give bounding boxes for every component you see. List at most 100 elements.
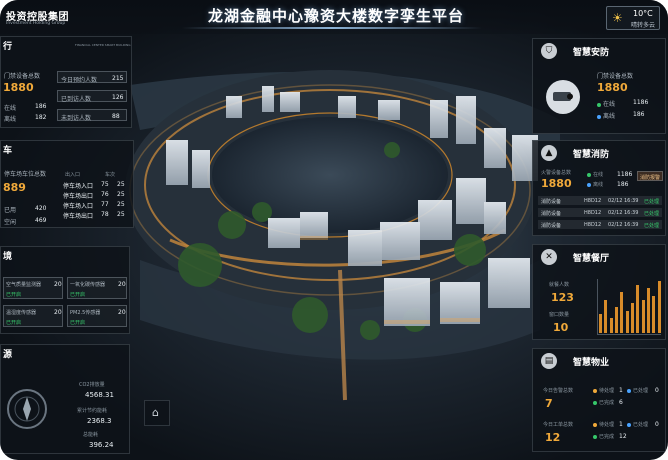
dining-bar [625, 311, 629, 333]
free-value: 469 [35, 217, 47, 224]
panel-title: 智慧安防 [573, 48, 610, 58]
property-panel: ▤ 智慧物业 今日告警总数 7 今日工单总数 12 待处理 1 已处理 0 已完… [532, 348, 666, 452]
dining-bar [647, 288, 650, 333]
parking-row-name: 停车场入口 [63, 203, 94, 210]
sensor-card[interactable]: PM2.5传感器 20 已开启 [67, 305, 127, 327]
app-frame: 投资控股集团 Investment Holding Group 龙湖金融中心豫资… [0, 0, 668, 460]
offline-value: 186 [633, 111, 645, 118]
title-underline [182, 27, 482, 29]
company-subtitle: Investment Holding Group [6, 21, 66, 26]
sun-icon: ☀ [612, 11, 623, 25]
fire-record-row[interactable]: 消防设备 H8D12 02/12 16:39 已处理 [538, 208, 662, 217]
parking-row-name: 停车场入口 [63, 183, 94, 190]
view-control[interactable]: ⌂ [144, 400, 170, 426]
dining-bar [641, 300, 645, 333]
sub-label: 门禁设备总数 [597, 73, 634, 80]
fire-alarm-tag[interactable]: 消防报警 [637, 171, 663, 181]
building-icon: ▤ [541, 353, 557, 369]
dining-bar [620, 292, 624, 333]
security-panel: ⛉ 智慧安防 门禁设备总数 1880 在线 1186 离线 186 [532, 38, 666, 134]
online-value: 1186 [617, 171, 633, 178]
dining-bar [604, 300, 608, 333]
energy1-value: 4568.31 [85, 391, 114, 399]
visitor-row[interactable]: 已到访人数 126 [57, 90, 127, 103]
total-value: 1880 [3, 81, 34, 94]
visitor-row[interactable]: 未到访人数 88 [57, 109, 127, 122]
panel-title: 智慧消防 [573, 150, 610, 160]
dining-bar [615, 307, 618, 333]
metric1-label: 在线 [4, 105, 17, 112]
order-total-value: 12 [545, 431, 561, 444]
offline-label: 离线 [587, 181, 603, 188]
dining-panel: ✕ 智慧餐厅 就餐人数 123 窗口数量 10 [532, 244, 666, 340]
metric2-label: 离线 [4, 116, 17, 123]
energy2-label: 累计节约能耗 [77, 408, 108, 414]
home-icon: ⌂ [152, 406, 159, 419]
dining-bar-chart [597, 279, 661, 335]
diners-value: 123 [551, 291, 574, 304]
fire-record-row[interactable]: 消防设备 H8D12 02/12 16:39 已处理 [538, 220, 662, 229]
alarm-total-value: 7 [545, 397, 553, 410]
panel-title: 智慧物业 [573, 358, 610, 368]
energy2-value: 2368.3 [87, 417, 112, 425]
left-energy-panel: 源 CO2排放量 4568.31 累计节约能耗 2368.3 总能耗 396.2… [0, 344, 130, 454]
energy3-value: 396.24 [89, 441, 114, 449]
fire-alarm-icon: ▲ [541, 145, 557, 161]
shield-icon: ⛉ [541, 43, 557, 59]
online-label: 在线 [587, 171, 603, 178]
total-value: 1880 [597, 81, 628, 94]
diners-label: 就餐人数 [549, 282, 570, 288]
camera-icon [546, 80, 580, 114]
left-visitor-panel: 行 FINANCIAL CENTER SMART BUILDING 门禁设备总数… [0, 36, 132, 128]
sensor-card[interactable]: 温湿度传感器 20 已开启 [3, 305, 63, 327]
metric2-value: 182 [35, 114, 47, 121]
dining-bar [599, 314, 602, 333]
total-value: 889 [3, 181, 26, 194]
sub-label: 火警设备总数 [541, 170, 572, 176]
sensor-card[interactable]: 一氧化碳传感器 20 已开启 [67, 277, 127, 299]
windows-label: 窗口数量 [549, 312, 570, 318]
visitor-row[interactable]: 今日预约人数 215 [57, 71, 127, 84]
dining-bar [631, 303, 634, 333]
offline-label: 离线 [597, 111, 615, 120]
total-label: 停车场车位总数 [4, 171, 47, 178]
panel-title: 智慧餐厅 [573, 254, 610, 264]
dining-bar [636, 285, 640, 333]
windows-value: 10 [553, 321, 569, 334]
free-label: 空闲 [4, 219, 17, 226]
online-value: 1186 [633, 99, 649, 106]
panel-tag: FINANCIAL CENTER SMART BUILDING [75, 43, 131, 47]
panel-title: 行 [3, 42, 13, 52]
total-label: 门禁设备总数 [4, 73, 41, 80]
panel-title: 源 [3, 350, 13, 360]
used-value: 420 [35, 205, 47, 212]
cutlery-icon: ✕ [541, 249, 557, 265]
dining-bar [657, 281, 661, 333]
dining-bar [652, 296, 656, 333]
metric1-value: 186 [35, 103, 47, 110]
col-header: 车次 [105, 172, 116, 178]
energy3-label: 总能耗 [83, 432, 99, 438]
weather-widget[interactable]: ☀ 10°C 晴转多云 [606, 6, 660, 30]
panel-title: 车 [3, 146, 13, 156]
weather-temp: 10°C [633, 9, 653, 18]
energy1-label: CO2排放量 [79, 382, 105, 388]
parking-row-name: 停车场出口 [63, 193, 94, 200]
weather-desc: 晴转多云 [631, 22, 656, 29]
total-value: 1880 [541, 177, 572, 190]
alarm-total-label: 今日告警总数 [543, 388, 574, 394]
offline-value: 186 [617, 181, 629, 188]
left-parking-panel: 车 停车场车位总数 889 已用 420 空闲 469 出入口 车次 停车场入口… [0, 140, 134, 228]
online-label: 在线 [597, 99, 615, 108]
col-header: 出入口 [65, 172, 81, 178]
order-total-label: 今日工单总数 [543, 422, 574, 428]
dining-bar [609, 318, 613, 333]
sensor-card[interactable]: 空气质量监测器 20 已开启 [3, 277, 63, 299]
left-environment-panel: 境 空气质量监测器 20 已开启 一氧化碳传感器 20 已开启 温湿度传感器 2… [0, 246, 130, 334]
parking-row-name: 停车场出口 [63, 213, 94, 220]
fire-record-row[interactable]: 消防设备 H8D12 02/12 16:39 已处理 [538, 196, 662, 205]
used-label: 已用 [4, 207, 17, 214]
platform-title: 龙湖金融中心豫资大楼数字孪生平台 [207, 7, 464, 25]
compass-gauge [7, 389, 47, 429]
top-header: 投资控股集团 Investment Holding Group 龙湖金融中心豫资… [0, 0, 668, 34]
